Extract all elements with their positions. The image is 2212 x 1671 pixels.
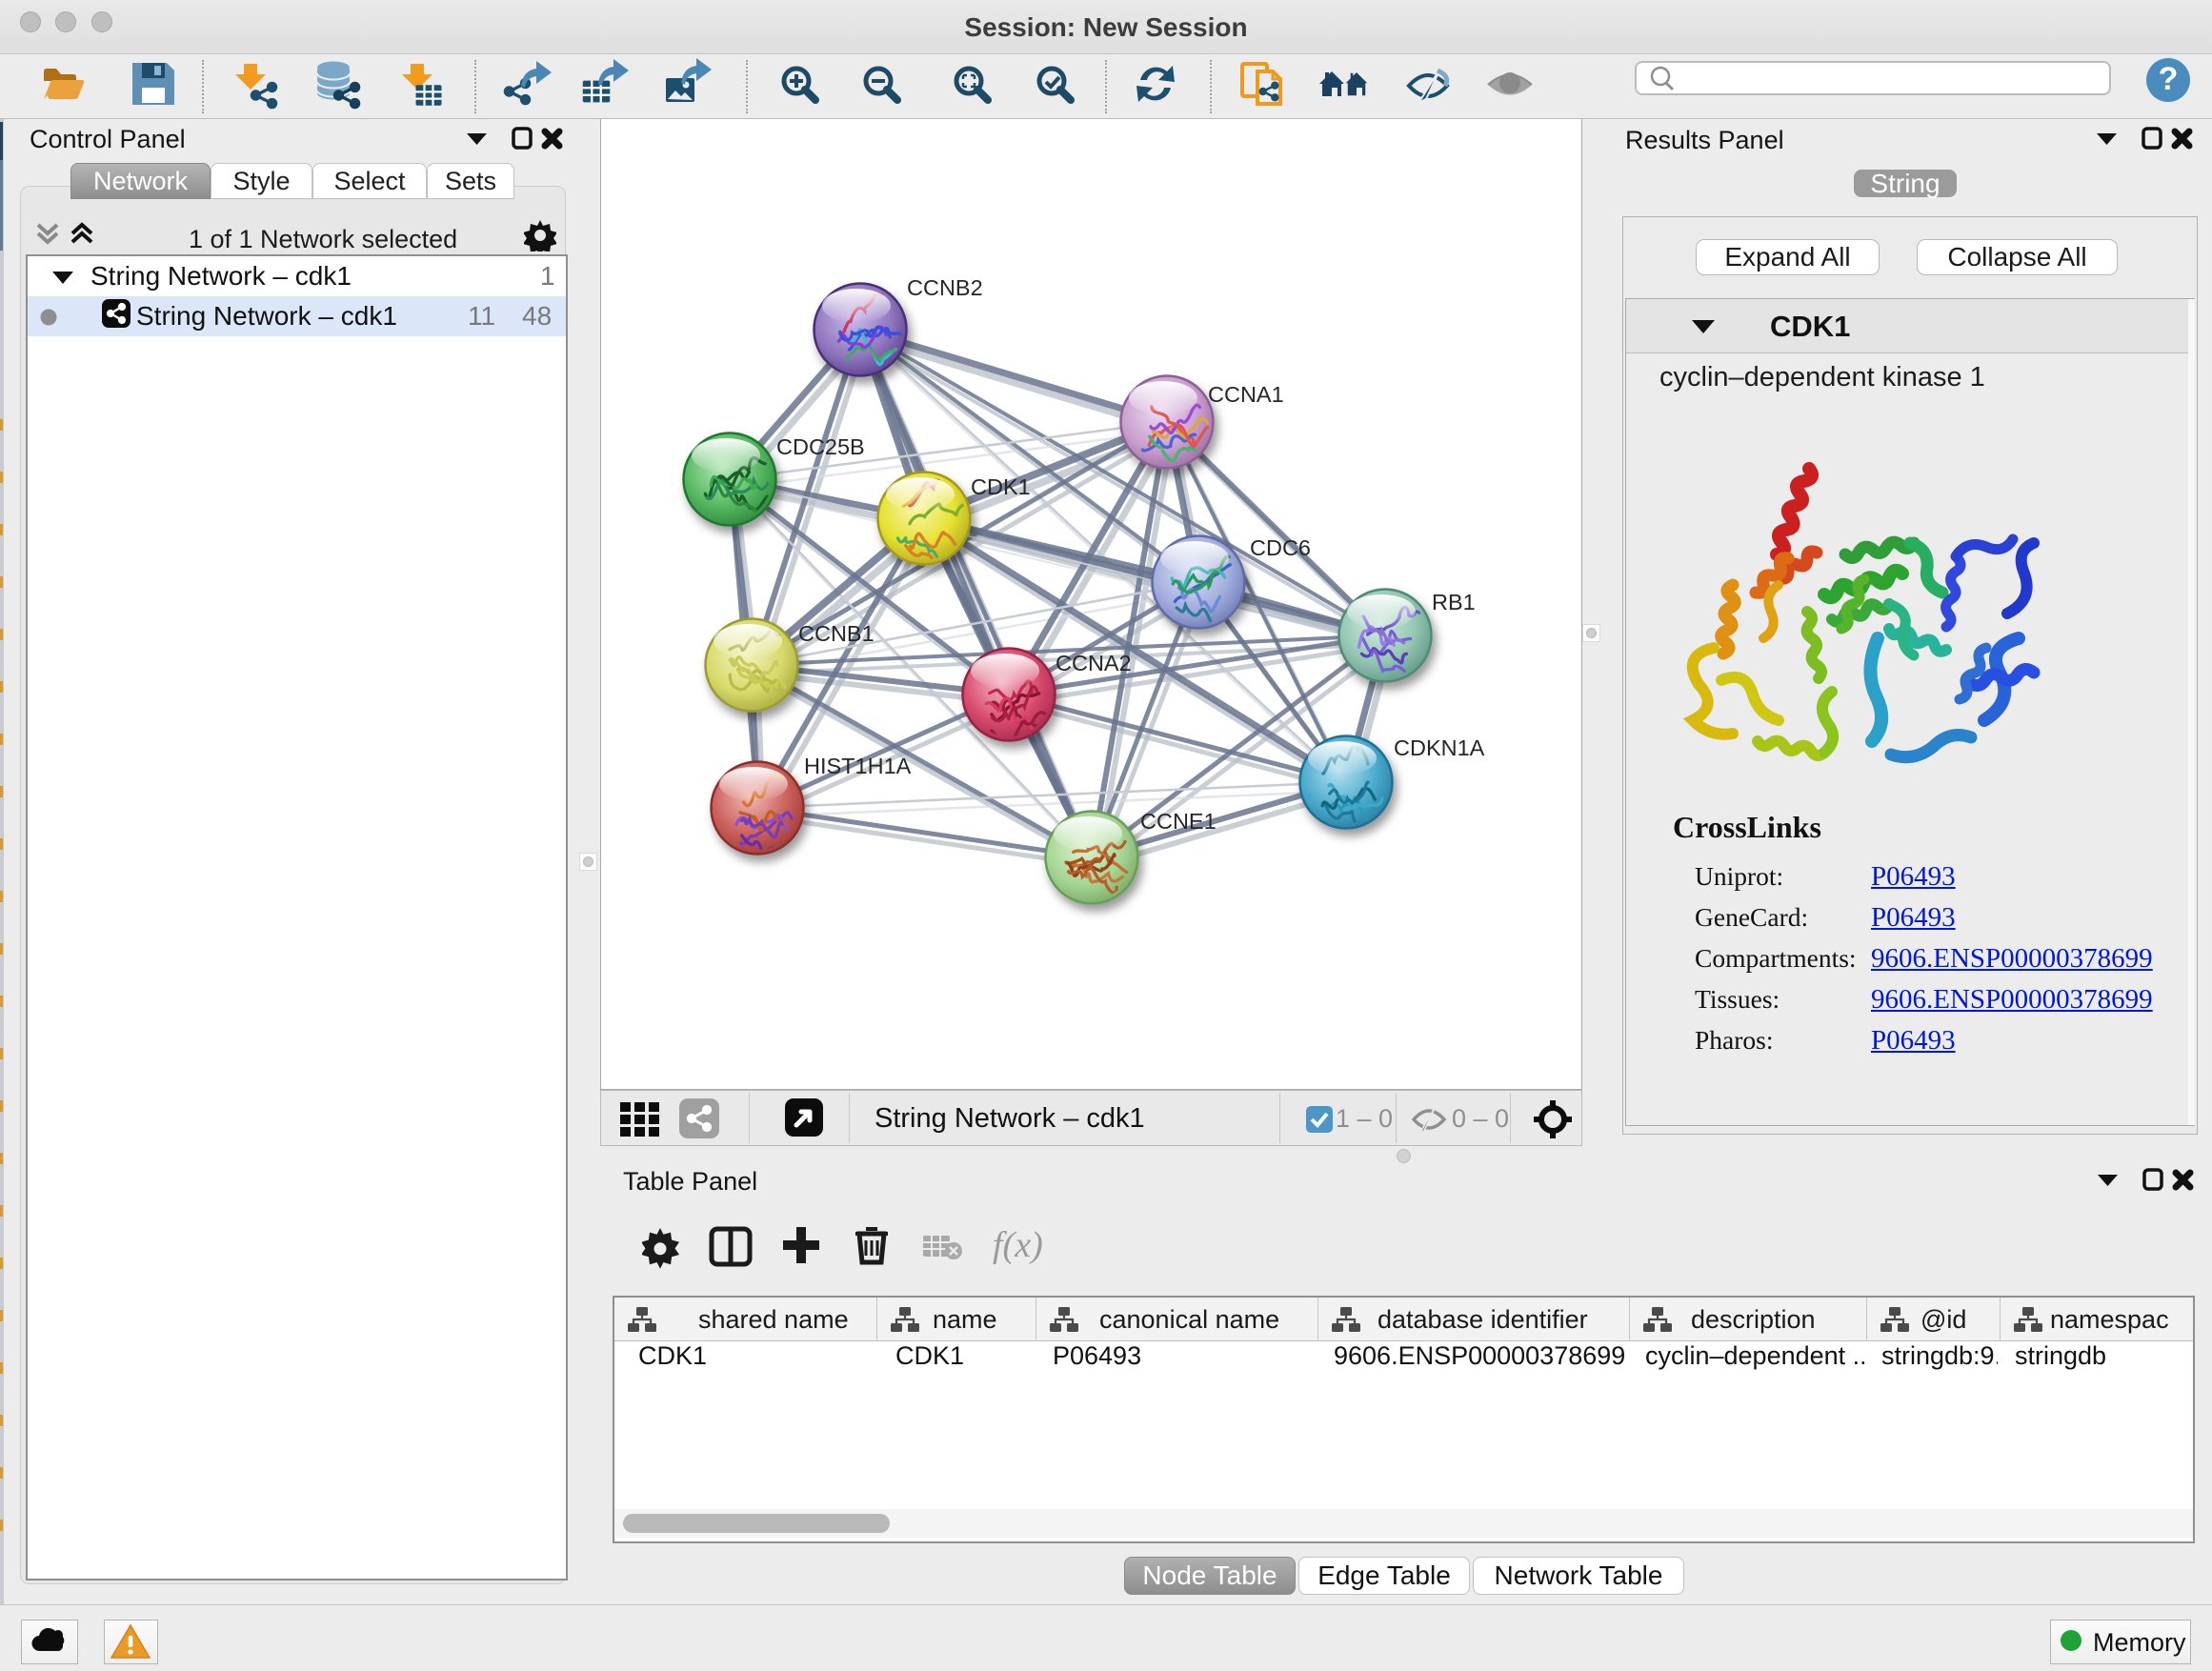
svg-text:CCNE1: CCNE1 xyxy=(1140,809,1217,834)
svg-text:CDC25B: CDC25B xyxy=(776,434,865,459)
svg-text:CCNA2: CCNA2 xyxy=(1056,651,1132,675)
svg-text:f(x): f(x) xyxy=(993,1225,1043,1265)
svg-text:CDKN1A: CDKN1A xyxy=(1394,735,1485,760)
svg-text:HIST1H1A: HIST1H1A xyxy=(804,754,912,778)
svg-text:CDK1: CDK1 xyxy=(971,474,1031,499)
svg-text:CCNB1: CCNB1 xyxy=(798,621,875,646)
svg-text:CCNA1: CCNA1 xyxy=(1208,382,1284,407)
svg-text:CCNB2: CCNB2 xyxy=(907,275,983,300)
svg-text:CDC6: CDC6 xyxy=(1250,535,1311,560)
svg-text:RB1: RB1 xyxy=(1432,590,1476,614)
